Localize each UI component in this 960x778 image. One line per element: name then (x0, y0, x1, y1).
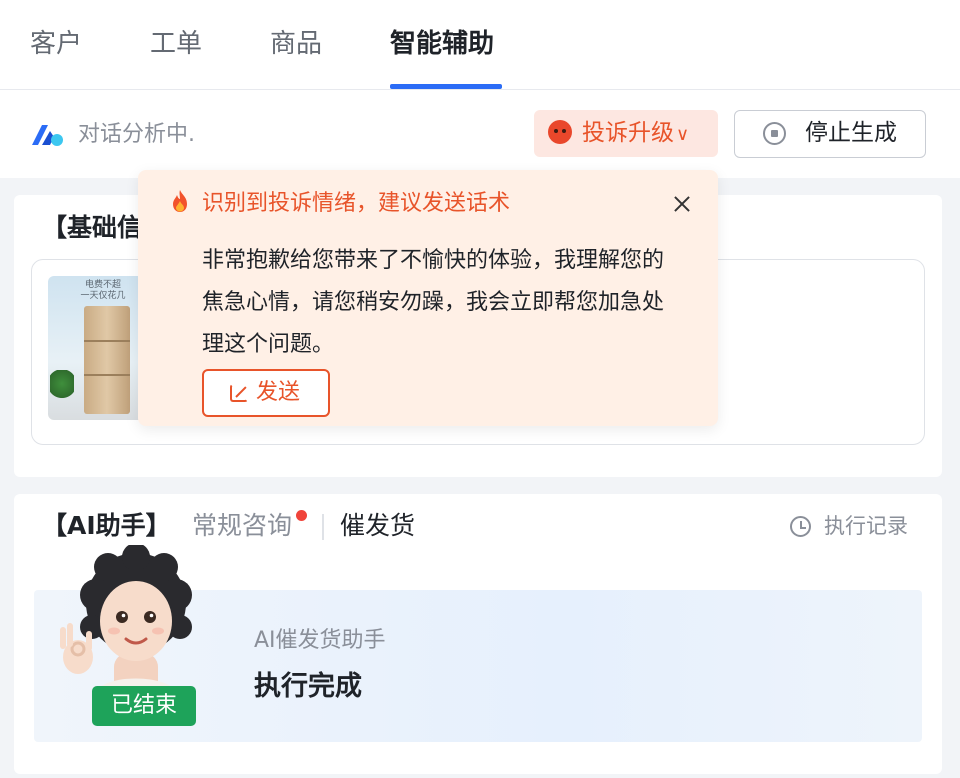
stop-icon (763, 122, 786, 145)
send-label: 发送 (256, 380, 301, 405)
basic-info-title: 【基础信 (42, 213, 143, 242)
tab-customer[interactable]: 客户 (30, 24, 82, 64)
plant-illustration (50, 370, 74, 404)
tab-regular-consult[interactable]: 常规咨询 (192, 508, 292, 544)
tab-urge-shipping[interactable]: 催发货 (340, 508, 415, 544)
execution-history-label: 执行记录 (824, 514, 908, 538)
clock-icon (790, 516, 811, 537)
tab-ticket[interactable]: 工单 (150, 24, 202, 64)
execution-result: 执行完成 (254, 671, 362, 702)
ai-assistant-title: 【AI助手】 (42, 511, 171, 540)
chevron-down-icon: ∨ (676, 124, 690, 145)
assistant-avatar (60, 545, 192, 695)
status-badge: 已结束 (92, 686, 196, 726)
stop-generation-button[interactable]: 停止生成 (734, 110, 926, 158)
stop-generation-label: 停止生成 (805, 120, 897, 146)
popup-title: 识别到投诉情绪，建议发送话术 (202, 191, 511, 216)
notification-dot (296, 510, 307, 521)
fridge-illustration (84, 306, 130, 414)
execution-history-link[interactable]: 执行记录 (790, 510, 908, 542)
tab-smart-assist[interactable]: 智能辅助 (390, 24, 494, 64)
share-icon (230, 384, 248, 402)
product-image-caption-1: 电费不超 (84, 280, 121, 290)
product-image-caption-2: 一天仅花几 (80, 291, 126, 301)
suggested-script-text: 非常抱歉给您带来了不愉快的体验，我理解您的焦急心情，请您稍安勿躁，我会立即帮您加… (202, 248, 665, 357)
tab-product[interactable]: 商品 (270, 24, 322, 64)
close-icon[interactable] (670, 192, 694, 216)
tab-divider (322, 514, 324, 540)
top-tab-bar: 客户 工单 商品 智能辅助 (0, 0, 960, 90)
assistant-name: AI催发货助手 (254, 628, 386, 653)
complaint-label: 投诉升级 (582, 120, 674, 146)
send-button[interactable]: 发送 (202, 369, 330, 417)
active-tab-indicator (390, 84, 502, 89)
ai-logo-icon (32, 125, 63, 146)
complaint-escalation-badge[interactable]: 投诉升级 ∨ (534, 110, 718, 157)
analysis-status-text: 对话分析中. (78, 122, 195, 147)
fire-icon (173, 190, 187, 212)
angry-face-icon (548, 120, 572, 144)
